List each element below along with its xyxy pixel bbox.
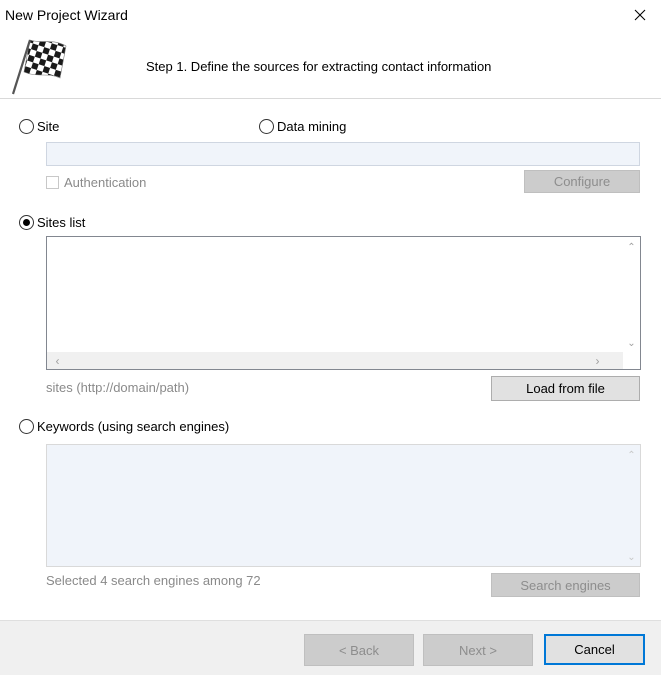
sites-list-radio-circle [19,215,34,230]
sites-list-textarea[interactable]: ⌃ ⌄ ‹ › [46,236,641,370]
scroll-down-icon[interactable]: ⌄ [623,335,640,352]
new-project-wizard-window: New Project Wizard Step 1. Define the so… [0,0,661,675]
data-mining-radio[interactable]: Data mining [259,119,346,134]
checkered-flag-icon [11,39,67,95]
configure-button[interactable]: Configure [524,170,640,193]
search-engines-button[interactable]: Search engines [491,573,640,597]
site-radio-label: Site [37,119,60,134]
window-title: New Project Wizard [5,7,128,23]
keywords-vertical-scrollbar[interactable]: ⌃ ⌄ [623,445,640,566]
next-button[interactable]: Next > [423,634,533,666]
sites-list-horizontal-scrollbar[interactable]: ‹ › [47,352,623,369]
wizard-footer: < Back Next > Cancel [0,620,661,675]
sites-list-hint: sites (http://domain/path) [46,380,190,395]
scroll-up-icon[interactable]: ⌃ [623,239,640,256]
wizard-header: Step 1. Define the sources for extractin… [0,30,661,98]
sites-list-vertical-scrollbar[interactable]: ⌃ ⌄ [623,237,640,352]
sites-list-radio[interactable]: Sites list [19,215,85,230]
site-radio-circle [19,119,34,134]
data-mining-radio-circle [259,119,274,134]
radio-selected-dot [23,219,30,226]
site-url-input[interactable] [46,142,640,166]
keywords-radio-circle [19,419,34,434]
scroll-up-icon[interactable]: ⌃ [623,447,640,464]
authentication-checkbox[interactable]: Authentication [46,175,146,190]
load-from-file-button[interactable]: Load from file [491,376,640,401]
authentication-label: Authentication [64,175,147,190]
step-title: Step 1. Define the sources for extractin… [146,59,492,74]
sites-list-radio-label: Sites list [37,215,86,230]
title-bar: New Project Wizard [0,0,661,30]
scroll-left-icon[interactable]: ‹ [49,352,66,369]
site-radio[interactable]: Site [19,119,59,134]
keywords-textarea[interactable]: ⌃ ⌄ [46,444,641,567]
cancel-button[interactable]: Cancel [544,634,645,665]
back-button[interactable]: < Back [304,634,414,666]
scroll-down-icon[interactable]: ⌄ [623,549,640,566]
wizard-content: Site Data mining Authentication Configur… [0,99,661,620]
keywords-radio[interactable]: Keywords (using search engines) [19,419,229,434]
authentication-checkbox-box [46,176,59,189]
close-button[interactable] [618,0,661,30]
keywords-radio-label: Keywords (using search engines) [37,419,230,434]
close-icon [634,9,645,21]
search-engines-hint: Selected 4 search engines among 72 [46,573,261,588]
scroll-right-icon[interactable]: › [589,352,606,369]
data-mining-radio-label: Data mining [277,119,347,134]
